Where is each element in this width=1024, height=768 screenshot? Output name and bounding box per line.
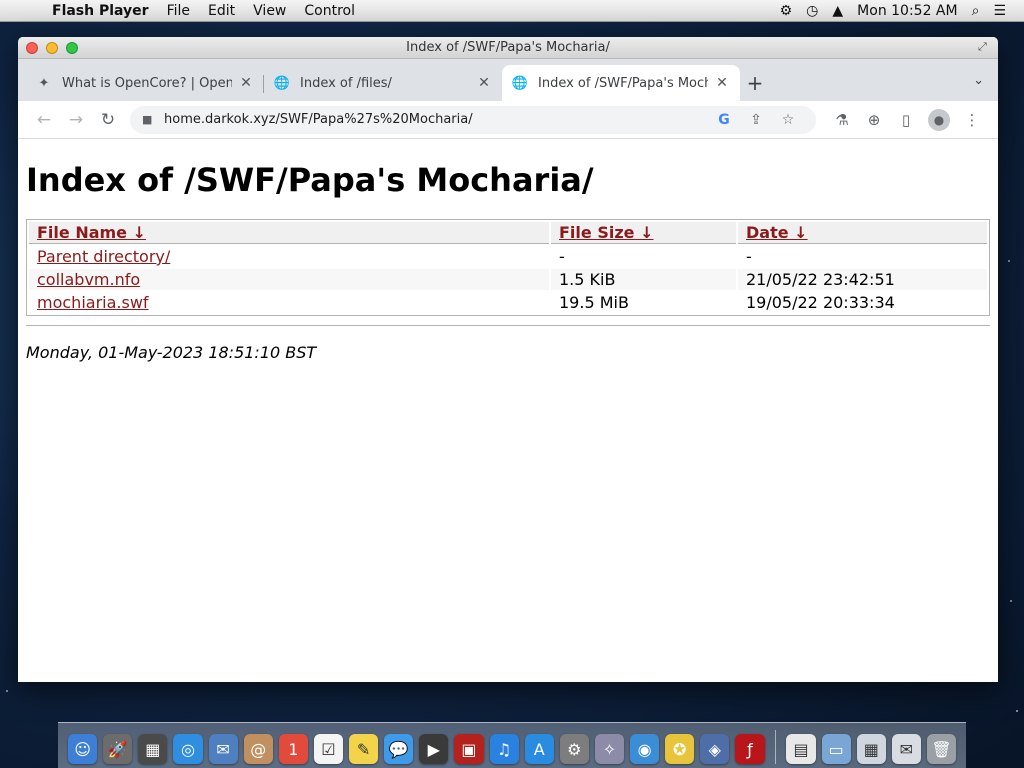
- bookmark-star-icon[interactable]: ☆: [772, 112, 804, 128]
- page-title: Index of /SWF/Papa's Mocharia/: [26, 161, 594, 199]
- file-date: 21/05/22 23:42:51: [738, 269, 987, 290]
- menu-clock[interactable]: Mon 10:52 AM: [857, 3, 957, 19]
- wizard-icon[interactable]: ✧: [594, 734, 624, 764]
- column-header-name: File Name ↓: [29, 222, 549, 244]
- tab-close-icon[interactable]: ✕: [714, 75, 730, 91]
- url-text[interactable]: home.darkok.xyz/SWF/Papa%27s%20Mocharia/: [164, 112, 708, 127]
- fullscreen-icon[interactable]: ⤢: [978, 40, 992, 54]
- tab-search-chevron-icon[interactable]: ⌄: [973, 73, 984, 88]
- calendar-icon[interactable]: 1: [278, 734, 308, 764]
- opencore-favicon-icon: ✦: [38, 75, 50, 91]
- mail-icon[interactable]: ✉: [208, 734, 238, 764]
- back-button[interactable]: ←: [28, 110, 60, 130]
- minimize-window-button[interactable]: [46, 41, 58, 54]
- profile-avatar-icon[interactable]: ●: [928, 108, 950, 131]
- launchpad-icon[interactable]: 🚀: [103, 734, 133, 764]
- file-size: 19.5 MiB: [559, 293, 629, 312]
- sort-by-size-link[interactable]: File Size ↓: [559, 223, 653, 242]
- share-icon[interactable]: ⇪: [740, 112, 772, 128]
- mail-folder-icon[interactable]: ✉: [891, 734, 921, 764]
- column-header-date: Date ↓: [738, 222, 987, 244]
- more-menu-icon[interactable]: ⋮: [956, 111, 988, 129]
- browser-window: Index of /SWF/Papa's Mocharia/ ⤢ ✦ What …: [18, 37, 998, 682]
- dock-separator: [774, 730, 777, 764]
- sort-by-name-link[interactable]: File Name ↓: [37, 223, 146, 242]
- tab-close-icon[interactable]: ✕: [476, 75, 492, 91]
- file-link[interactable]: Parent directory/: [37, 247, 170, 266]
- menu-view[interactable]: View: [253, 3, 286, 19]
- itunes-icon[interactable]: ♫: [489, 734, 519, 764]
- cyberduck-icon[interactable]: ✪: [665, 734, 695, 764]
- menu-file[interactable]: File: [167, 3, 190, 19]
- messages-icon[interactable]: 💬: [384, 734, 414, 764]
- safari-icon[interactable]: ◎: [173, 734, 203, 764]
- time-machine-icon[interactable]: ◷: [806, 3, 818, 19]
- table-row: collabvm.nfo 1.5 KiB 21/05/22 23:42:51: [29, 269, 987, 290]
- page-content: Index of /SWF/Papa's Mocharia/ File Name…: [18, 139, 998, 362]
- sort-by-date-link[interactable]: Date ↓: [746, 223, 808, 242]
- app-menu[interactable]: Flash Player: [52, 3, 149, 19]
- file-link[interactable]: collabvm.nfo: [37, 270, 140, 289]
- zoom-window-button[interactable]: [66, 41, 78, 54]
- tab-label: What is OpenCore? | OpenCor: [62, 75, 232, 91]
- divider: [26, 325, 990, 326]
- window-title: Index of /SWF/Papa's Mocharia/: [406, 40, 610, 55]
- generated-timestamp: Monday, 01-May-2023 18:51:10 BST: [26, 343, 317, 362]
- address-bar[interactable]: ■ home.darkok.xyz/SWF/Papa%27s%20Mochari…: [130, 105, 816, 134]
- dock: ☺ 🚀 ▦ ◎ ✉ @1 ☑ ✎ 💬 ▶ ▣ ♫ A ⚙ ✧ ◉ ✪ ◈ ƒ ▤ ▭ ▦ ✉ 🗑: [58, 722, 966, 768]
- browser-toolbar: ← → ↻ ■ home.darkok.xyz/SWF/Papa%27s%20M…: [18, 101, 998, 139]
- file-date: 19/05/22 20:33:34: [746, 293, 895, 312]
- menu-edit[interactable]: Edit: [208, 3, 235, 19]
- new-tab-button[interactable]: +: [740, 65, 770, 101]
- file-listing-table: File Name ↓ File Size ↓ Date ↓ Parent di…: [26, 219, 990, 316]
- extension-icon[interactable]: ⚗: [826, 111, 858, 129]
- tab-files-index[interactable]: 🌐 Index of /files/ ✕: [264, 65, 502, 101]
- forward-button[interactable]: →: [60, 110, 92, 130]
- menu-control[interactable]: Control: [304, 3, 355, 19]
- photo-booth-icon[interactable]: ▣: [454, 734, 484, 764]
- spotlight-icon[interactable]: ⌕: [972, 3, 980, 19]
- tab-mocharia-index[interactable]: 🌐 Index of /SWF/Papa's Mochar ✕: [502, 65, 740, 101]
- notification-center-icon[interactable]: ☰: [993, 3, 1006, 19]
- tab-opencore[interactable]: ✦ What is OpenCore? | OpenCor ✕: [26, 65, 264, 101]
- status-tool-icon[interactable]: ⚙: [780, 3, 793, 19]
- close-window-button[interactable]: [26, 41, 38, 54]
- virtualbox-icon[interactable]: ◈: [700, 734, 730, 764]
- reload-button[interactable]: ↻: [92, 110, 124, 130]
- notes-icon[interactable]: ✎: [349, 734, 379, 764]
- table-row: mochiaria.swf 19.5 MiB 19/05/22 20:33:34: [29, 292, 987, 313]
- contacts-icon[interactable]: @: [243, 734, 273, 764]
- globe-icon: 🌐: [511, 75, 529, 91]
- document-icon[interactable]: ▤: [786, 734, 816, 764]
- flash-player-icon[interactable]: ƒ: [735, 734, 765, 764]
- app-store-icon[interactable]: A: [524, 734, 554, 764]
- tab-close-icon[interactable]: ✕: [238, 75, 254, 91]
- file-size: -: [559, 247, 565, 266]
- screenshot-icon[interactable]: ▦: [856, 734, 886, 764]
- google-lens-icon[interactable]: G: [708, 112, 740, 128]
- quicktime-icon[interactable]: ◉: [630, 734, 660, 764]
- globe-icon: 🌐: [273, 75, 291, 91]
- download-icon[interactable]: ⊕: [858, 111, 890, 129]
- menu-bar: Flash Player File Edit View Control ⚙ ◷ …: [0, 0, 1024, 22]
- reminders-icon[interactable]: ☑: [313, 734, 343, 764]
- file-link[interactable]: mochiaria.swf: [37, 293, 149, 312]
- finder-icon[interactable]: ☺: [68, 734, 98, 764]
- mission-control-icon[interactable]: ▦: [138, 734, 168, 764]
- tab-strip: ✦ What is OpenCore? | OpenCor ✕ 🌐 Index …: [18, 59, 998, 101]
- trash-icon[interactable]: 🗑: [926, 734, 957, 764]
- tab-label: Index of /files/: [300, 75, 392, 91]
- column-header-size: File Size ↓: [551, 222, 736, 244]
- file-size: 1.5 KiB: [551, 269, 736, 290]
- title-bar: Index of /SWF/Papa's Mocharia/ ⤢: [18, 37, 998, 59]
- side-panel-icon[interactable]: ▯: [890, 111, 922, 129]
- facetime-icon[interactable]: ▶: [419, 734, 449, 764]
- file-date: -: [746, 247, 752, 266]
- desktop-folder-icon[interactable]: ▭: [821, 734, 851, 764]
- eject-icon[interactable]: ▲: [832, 3, 843, 19]
- tab-label: Index of /SWF/Papa's Mochar: [538, 75, 708, 91]
- table-row: Parent directory/ - -: [29, 246, 987, 267]
- lock-icon[interactable]: ■: [142, 113, 154, 126]
- system-preferences-icon[interactable]: ⚙: [559, 734, 589, 764]
